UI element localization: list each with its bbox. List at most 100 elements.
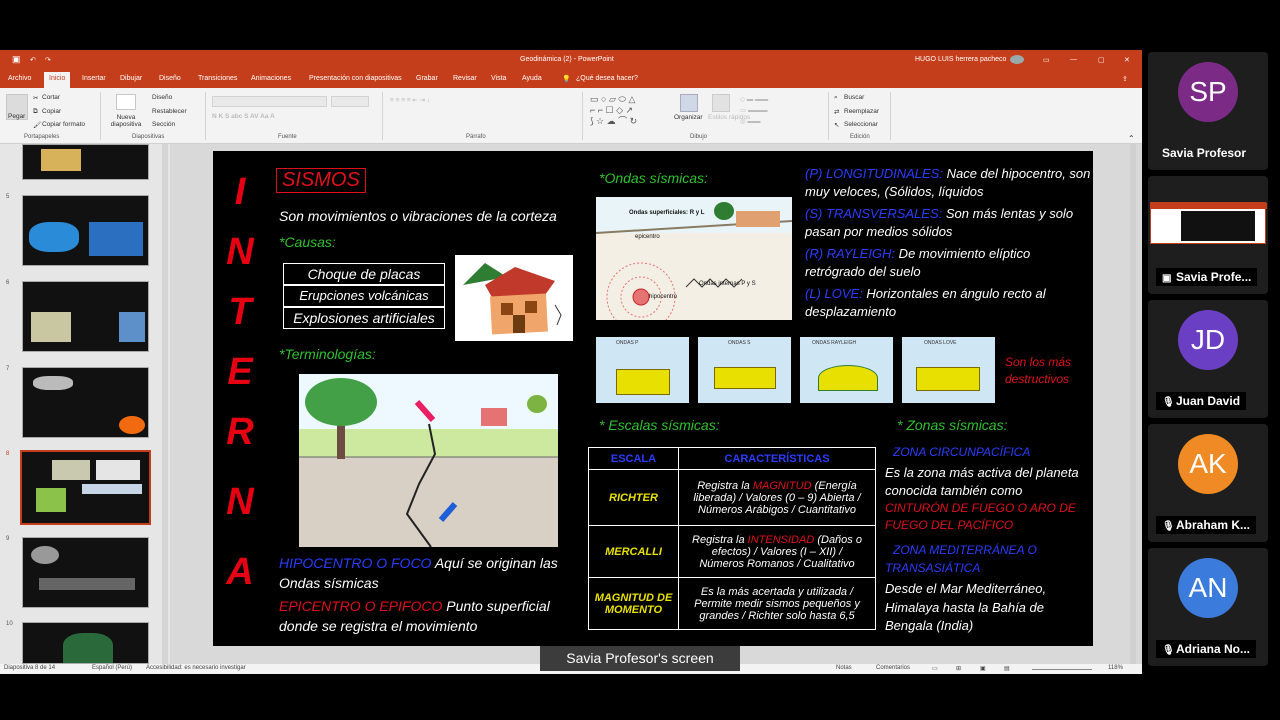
epicenter-definition: EPICENTRO O EPIFOCO Punto superficial [279,598,550,614]
tab-grabar[interactable]: Grabar [416,75,438,82]
slide-thumbnail[interactable] [22,537,149,608]
tab-revisar[interactable]: Revisar [453,75,477,82]
format-painter-button[interactable]: Copiar formato [42,121,85,128]
section-button[interactable]: Sección [152,121,175,128]
wave-block-icon [616,369,670,395]
slide-title: SISMOS [276,168,366,193]
tab-ayuda[interactable]: Ayuda [522,75,542,82]
participant-name: Savia Profesor [1162,146,1247,160]
font-name-dropdown[interactable] [212,96,327,107]
minimize-icon[interactable]: — [1070,56,1077,63]
participant-name-text: Juan David [1176,394,1241,408]
ribbon: Pegar ✂ Cortar ⧉ Copiar 🖌 Copiar formato… [0,88,1142,144]
maximize-icon[interactable]: ▢ [1098,56,1105,64]
thumbnail-image [36,488,66,512]
editor-scrollbar[interactable] [1130,144,1136,664]
table-header: CARACTERÍSTICAS [678,447,876,470]
lightbulb-icon: 💡 [562,76,571,83]
thumbnail-number: 6 [6,280,10,286]
tab-animaciones[interactable]: Animaciones [251,75,291,82]
replace-button[interactable]: Reemplazar [844,108,879,115]
accessibility-status[interactable]: Accesibilidad: es necesario investigar [146,665,246,671]
notes-button[interactable]: Notas [836,665,852,671]
undo-icon[interactable]: ↶ [30,56,36,64]
shapes-gallery[interactable]: ▭ ○ ▱ ⬭ △ ⌐ ⌐ ☐ ◇ ↗ ⟆ ☆ ☁ ⌒ ↻ [590,94,672,130]
desc-text: Registra la [692,533,748,546]
slide-thumbnail[interactable] [22,195,149,266]
zoom-level[interactable]: 118% [1108,665,1123,671]
search-icon: ⌕ [834,94,838,101]
font-format-icons[interactable]: N K S abc S AV Aa A [212,113,372,123]
language-status[interactable]: Español (Perú) [92,665,132,671]
tell-me-search[interactable]: ¿Qué desea hacer? [576,75,638,82]
thumbnail-image [119,312,145,342]
zone-mediterranean-title: ZONA MEDITERRÁNEA O [893,543,1037,557]
participant-tile[interactable]: SP Savia Profesor [1148,52,1268,170]
participant-name: 🎙Adriana No... [1156,640,1257,658]
thumbnail-number: 8 [6,451,10,457]
slide-thumbnail[interactable] [22,144,149,180]
user-avatar[interactable] [1010,55,1024,64]
ribbon-options-icon[interactable]: ▭ [1043,56,1050,64]
participant-name-text: Adriana No... [1176,642,1251,656]
select-button[interactable]: Seleccionar [844,121,878,128]
tab-presentacion[interactable]: Presentación con diapositivas [309,75,402,82]
redo-icon[interactable]: ↷ [45,56,51,64]
layout-button[interactable]: Diseño [152,94,172,101]
find-button[interactable]: Buscar [844,94,864,101]
font-size-dropdown[interactable] [331,96,369,107]
close-icon[interactable]: ✕ [1124,56,1130,64]
ribbon-separator [205,92,206,140]
user-name[interactable]: HUGO LUIS herrera pacheco [915,56,1006,63]
reading-view-icon[interactable]: ▣ [980,665,986,672]
thumbnail-scrollbar[interactable] [162,144,168,664]
paragraph-icons[interactable]: ≡ ≡ ≡ ≡ ⇤ ⇥ ↕ [390,96,570,126]
shape-format-buttons[interactable]: ◇ ▬ ▬▬ ▭ ▬▬▬ ◎ ▬▬ [740,94,820,128]
paste-button[interactable]: Pegar [8,113,25,120]
slideshow-icon[interactable]: ▤ [1004,665,1010,672]
slide-thumbnails: 5 6 7 8 9 10 [0,144,170,664]
slide-thumbnail[interactable] [22,281,149,352]
reset-button[interactable]: Restablecer [152,108,187,115]
participant-tile[interactable]: AK 🎙Abraham K... [1148,424,1268,542]
share-icon[interactable]: ⇪ [1122,75,1128,83]
slide-thumbnail[interactable] [22,367,149,438]
wave-l-text: Horizontales en ángulo recto al [862,286,1046,301]
zoom-slider[interactable] [1032,669,1092,670]
wave-box-label: ONDAS LOVE [924,340,957,346]
copy-button[interactable]: Copiar [42,108,61,115]
hypocenter-label: HIPOCENTRO O FOCO [279,555,432,571]
tab-vista[interactable]: Vista [491,75,506,82]
comments-button[interactable]: Comentarios [876,665,910,671]
participant-tile[interactable]: AN 🎙Adriana No... [1148,548,1268,666]
participant-tile-screen[interactable]: ▣ Savia Profe... [1148,176,1268,294]
ring-of-fire-text: FUEGO DEL PACÍFICO [885,518,1014,532]
sorter-view-icon[interactable]: ⊞ [956,665,961,672]
group-clipboard: Portapapeles [24,134,60,140]
tab-inicio[interactable]: Inicio [44,72,71,88]
tab-diseno[interactable]: Diseño [159,75,181,82]
definition-text: Son movimientos o vibraciones de la cort… [279,208,557,224]
epicenter-text-line2: donde se registra el movimiento [279,618,478,634]
save-icon[interactable]: ▣ [12,54,21,65]
tab-insertar[interactable]: Insertar [82,75,106,82]
vertical-letter: R [226,411,254,453]
new-slide-button[interactable]: Nueva diapositiva [106,114,146,128]
normal-view-icon[interactable]: ▭ [932,665,938,672]
collapse-ribbon-icon[interactable]: ⌃ [1128,134,1135,143]
quick-styles-icon[interactable] [712,94,730,112]
slide-thumbnail-selected[interactable] [20,450,151,525]
tab-dibujar[interactable]: Dibujar [120,75,142,82]
desc-text: Es la más acertada y utilizada / [700,585,854,598]
arrange-button[interactable]: Organizar [674,114,703,121]
thumbnail-image [29,222,79,252]
arrange-icon[interactable] [680,94,698,112]
new-slide-icon[interactable] [116,94,136,110]
cut-button[interactable]: Cortar [42,94,60,101]
tab-archivo[interactable]: Archivo [8,75,31,82]
slide-thumbnail[interactable] [22,622,149,664]
participant-tile[interactable]: JD 🎙Juan David [1148,300,1268,418]
tab-transiciones[interactable]: Transiciones [198,75,237,82]
desc-text: liberada) / Valores (0 – 9) Abierta / [693,491,861,504]
screen-share-preview [1150,202,1267,244]
